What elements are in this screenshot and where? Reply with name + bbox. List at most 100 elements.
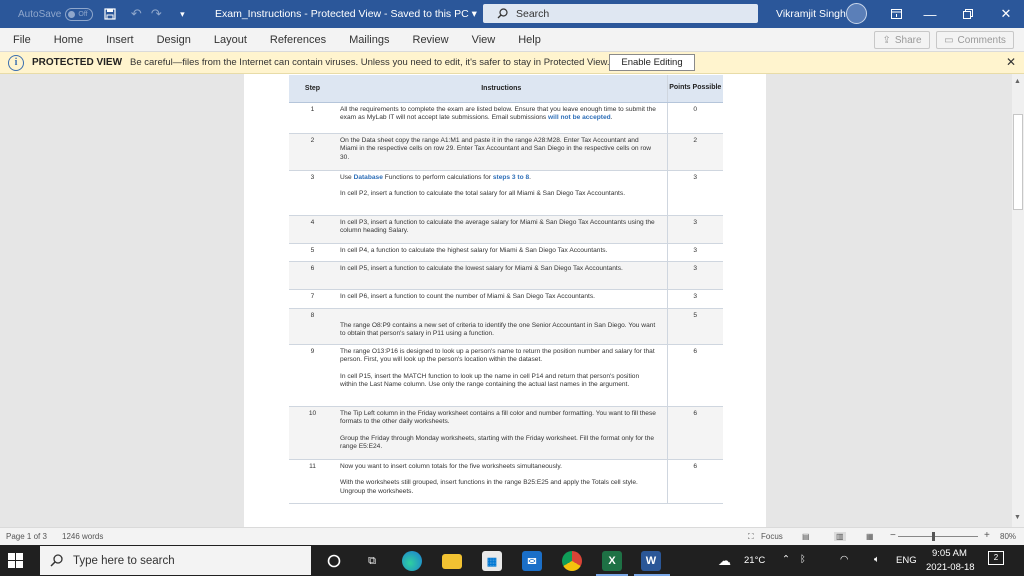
comments-button[interactable]: ▭ Comments xyxy=(936,31,1014,49)
close-icon[interactable]: ✕ xyxy=(994,4,1018,24)
header-step: Step xyxy=(289,75,336,103)
instruction-text: In cell P5, insert a function to calcula… xyxy=(336,261,667,290)
word-icon[interactable]: W xyxy=(641,551,661,571)
header-instructions: Instructions xyxy=(336,75,667,103)
document-canvas[interactable]: Step Instructions Points Possible 1 All … xyxy=(0,74,1012,527)
windows-start-icon[interactable] xyxy=(8,553,23,568)
tab-review[interactable]: Review xyxy=(413,34,449,46)
document-page[interactable]: Step Instructions Points Possible 1 All … xyxy=(244,74,766,527)
points-value: 5 xyxy=(666,308,723,345)
autosave-toggle[interactable]: AutoSave Off xyxy=(18,7,94,21)
taskbar: Type here to search ⧉ ▦ ✉ X W ☁ 21°C ⌃ ᛒ… xyxy=(0,545,1024,576)
excel-icon[interactable]: X xyxy=(602,551,622,571)
avatar[interactable] xyxy=(846,3,867,24)
language-indicator[interactable]: ENG xyxy=(896,555,917,566)
store-icon[interactable]: ▦ xyxy=(482,551,502,571)
tab-home[interactable]: Home xyxy=(54,34,83,46)
document-title[interactable]: Exam_Instructions - Protected View - Sav… xyxy=(215,8,477,20)
word-count[interactable]: 1246 words xyxy=(62,532,103,541)
user-name[interactable]: Vikramjit Singh xyxy=(776,8,846,20)
tab-design[interactable]: Design xyxy=(157,34,191,46)
chrome-icon[interactable] xyxy=(562,551,582,571)
step-number: 3 xyxy=(289,170,336,216)
share-button[interactable]: ⇪ Share xyxy=(874,31,930,49)
weather-icon[interactable]: ☁ xyxy=(718,553,731,569)
clock-date[interactable]: 2021-08-18 xyxy=(926,562,975,573)
step-number: 8 xyxy=(289,308,336,345)
scroll-down-icon[interactable]: ▼ xyxy=(1014,514,1021,521)
task-view-icon[interactable]: ⧉ xyxy=(362,551,382,571)
redo-icon[interactable]: ↷ xyxy=(147,5,165,23)
table-row: 10 The Tip Left column in the Friday wor… xyxy=(289,406,723,460)
focus-icon[interactable]: ⛶ xyxy=(748,532,754,542)
scroll-up-icon[interactable]: ▲ xyxy=(1014,78,1021,85)
mail-icon[interactable]: ✉ xyxy=(522,551,542,571)
tab-layout[interactable]: Layout xyxy=(214,34,247,46)
table-row: 9 The range O13:P16 is designed to look … xyxy=(289,344,723,407)
tab-view[interactable]: View xyxy=(472,34,496,46)
page-count[interactable]: Page 1 of 3 xyxy=(6,532,47,541)
scrollbar-thumb[interactable] xyxy=(1013,114,1023,210)
step-number: 7 xyxy=(289,289,336,309)
points-value: 2 xyxy=(666,133,723,171)
table-header-row: Step Instructions Points Possible xyxy=(289,75,723,103)
points-value: 3 xyxy=(666,215,723,244)
undo-icon[interactable]: ↶ xyxy=(127,5,145,23)
tab-file[interactable]: File xyxy=(13,34,31,46)
edge-icon[interactable] xyxy=(402,551,422,571)
points-value: 3 xyxy=(666,243,723,262)
table-row: 11 Now you want to insert column totals … xyxy=(289,459,723,504)
search-box[interactable]: Search xyxy=(483,4,758,23)
close-bar-icon[interactable]: ✕ xyxy=(1006,55,1016,69)
step-number: 2 xyxy=(289,133,336,171)
tab-references[interactable]: References xyxy=(270,34,326,46)
vertical-scrollbar[interactable]: ▲ ▼ xyxy=(1012,74,1024,527)
weather-temp[interactable]: 21°C xyxy=(744,555,765,566)
bluetooth-icon[interactable]: ᛒ xyxy=(800,554,806,565)
taskbar-search[interactable]: Type here to search xyxy=(40,546,311,575)
zoom-slider[interactable] xyxy=(898,536,978,537)
print-layout-icon[interactable]: ▥ xyxy=(834,532,846,541)
clock-time[interactable]: 9:05 AM xyxy=(932,548,967,559)
instruction-text: The range O8:P9 contains a new set of cr… xyxy=(336,308,667,345)
tab-help[interactable]: Help xyxy=(518,34,541,46)
ribbon-tabs: File Home Insert Design Layout Reference… xyxy=(0,28,1024,52)
step-number: 10 xyxy=(289,406,336,460)
zoom-slider-thumb[interactable] xyxy=(932,532,935,541)
instruction-text: On the Data sheet copy the range A1:M1 a… xyxy=(336,133,667,171)
table-row: 7 In cell P6, insert a function to count… xyxy=(289,289,723,309)
zoom-out-button[interactable]: − xyxy=(890,530,896,541)
step-number: 4 xyxy=(289,215,336,244)
save-icon[interactable] xyxy=(101,5,119,23)
search-icon xyxy=(497,8,508,19)
tab-insert[interactable]: Insert xyxy=(106,34,134,46)
table-row: 8 The range O8:P9 contains a new set of … xyxy=(289,308,723,345)
show-hidden-icons[interactable]: ⌃ xyxy=(782,554,790,565)
table-row: 2 On the Data sheet copy the range A1:M1… xyxy=(289,133,723,171)
restore-icon[interactable] xyxy=(956,4,980,24)
network-icon[interactable]: ◠ xyxy=(840,554,848,565)
comment-icon: ▭ xyxy=(944,34,954,46)
read-mode-icon[interactable]: ▤ xyxy=(802,532,810,541)
minimize-icon[interactable]: — xyxy=(918,4,942,24)
info-icon: i xyxy=(8,54,24,71)
ribbon-display-icon[interactable] xyxy=(884,4,908,24)
customize-toolbar-icon[interactable]: ▾ xyxy=(173,5,191,23)
zoom-level[interactable]: 80% xyxy=(1000,532,1016,541)
zoom-in-button[interactable]: + xyxy=(984,530,990,541)
enable-editing-button[interactable]: Enable Editing xyxy=(609,54,695,71)
notification-icon[interactable]: 2 xyxy=(988,551,1004,565)
step-number: 9 xyxy=(289,344,336,407)
tab-mailings[interactable]: Mailings xyxy=(349,34,389,46)
web-layout-icon[interactable]: ▦ xyxy=(866,532,874,541)
points-value: 3 xyxy=(666,289,723,309)
title-bar: AutoSave Off ↶ ↷ ▾ Exam_Instructions - P… xyxy=(0,0,1024,28)
volume-icon[interactable]: 🔈︎ xyxy=(874,554,880,565)
cortana-icon[interactable] xyxy=(324,551,344,571)
instruction-text: In cell P6, insert a function to count t… xyxy=(336,289,667,309)
instruction-text: The Tip Left column in the Friday worksh… xyxy=(336,406,667,460)
autosave-switch[interactable]: Off xyxy=(65,7,94,21)
focus-label[interactable]: Focus xyxy=(761,532,783,541)
file-explorer-icon[interactable] xyxy=(442,554,462,569)
instruction-text: The range O13:P16 is designed to look up… xyxy=(336,344,667,407)
